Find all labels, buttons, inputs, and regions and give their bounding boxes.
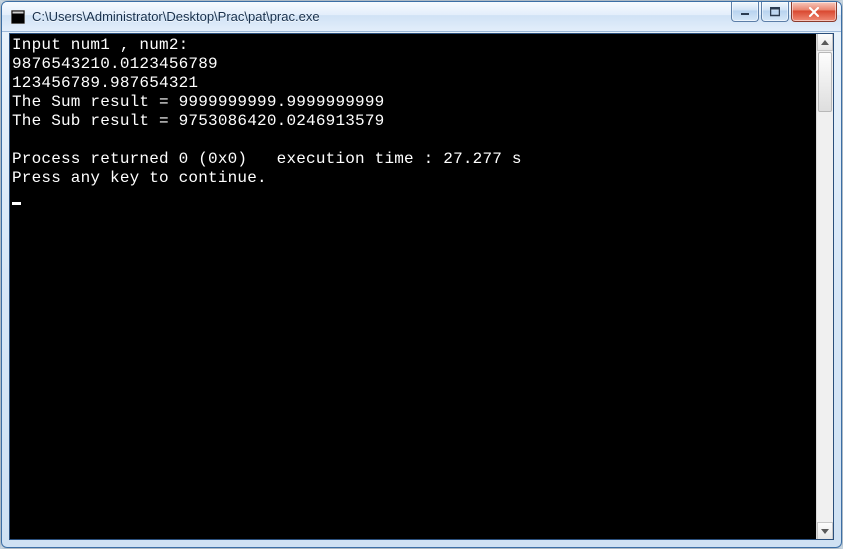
minimize-button[interactable]: [731, 2, 759, 22]
console-output[interactable]: Input num1 , num2: 9876543210.0123456789…: [10, 34, 816, 539]
arrow-down-icon: [821, 529, 829, 534]
maximize-button[interactable]: [761, 2, 789, 22]
window-shadow: C:\Users\Administrator\Desktop\Prac\pat\…: [0, 0, 843, 549]
console-text: Input num1 , num2: 9876543210.0123456789…: [10, 34, 816, 215]
titlebar[interactable]: C:\Users\Administrator\Desktop\Prac\pat\…: [2, 2, 841, 32]
app-icon: [10, 9, 26, 25]
scroll-down-button[interactable]: [817, 522, 833, 539]
console-window: C:\Users\Administrator\Desktop\Prac\pat\…: [1, 1, 842, 548]
window-controls: [731, 2, 837, 22]
client-area: Input num1 , num2: 9876543210.0123456789…: [9, 33, 834, 540]
arrow-up-icon: [821, 40, 829, 45]
scroll-up-button[interactable]: [817, 34, 833, 51]
vertical-scrollbar[interactable]: [816, 34, 833, 539]
window-title: C:\Users\Administrator\Desktop\Prac\pat\…: [32, 9, 320, 24]
close-button[interactable]: [791, 2, 837, 22]
scroll-thumb[interactable]: [818, 52, 832, 112]
text-cursor: [12, 202, 21, 205]
